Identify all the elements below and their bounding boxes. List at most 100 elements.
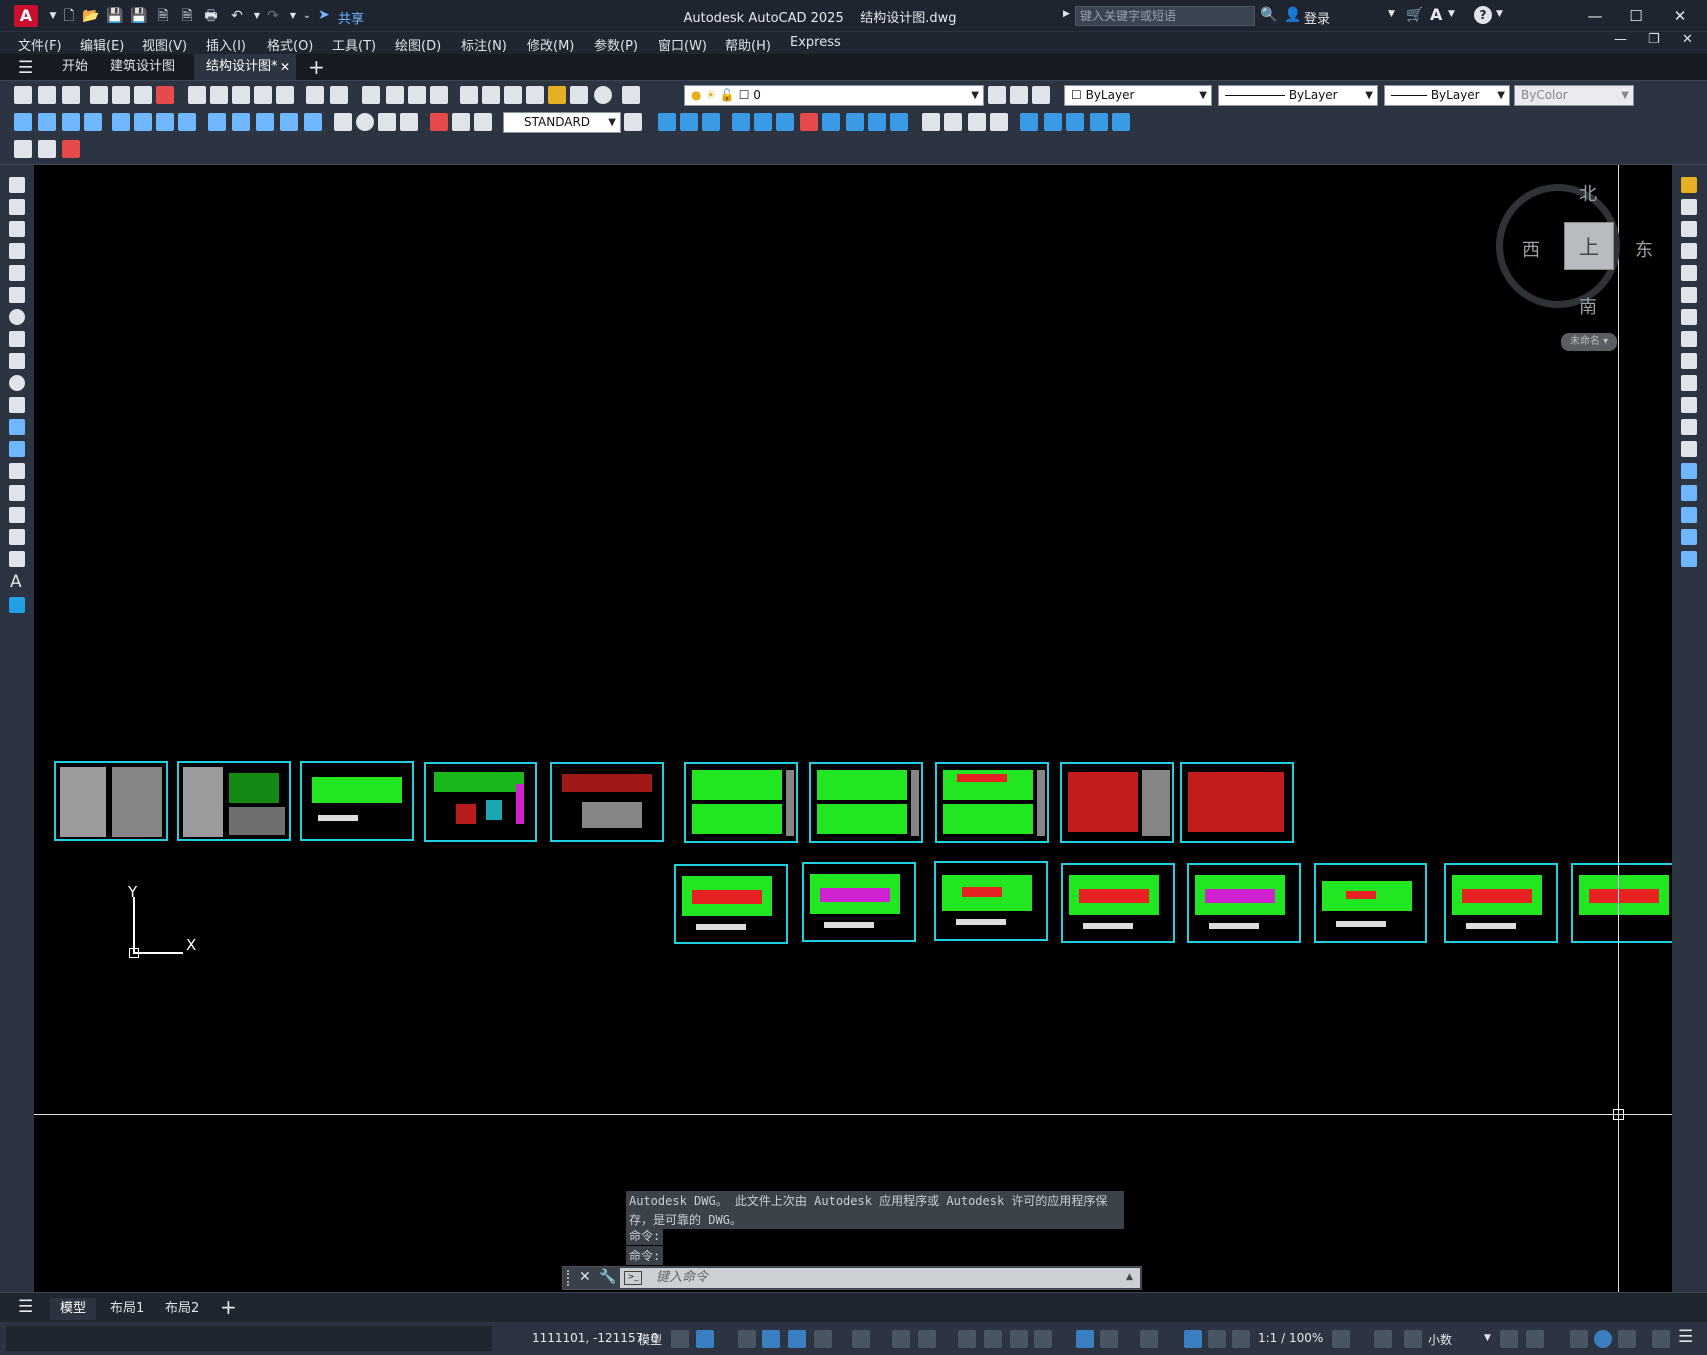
isolate-objects-icon[interactable] xyxy=(1570,1330,1588,1348)
drawing-sheet[interactable] xyxy=(684,762,798,843)
annotation-scale-value[interactable]: 1:1 / 100% xyxy=(1258,1331,1323,1345)
search-input[interactable]: 键入关键字或短语 xyxy=(1075,6,1255,26)
dynamic-ucs-icon[interactable] xyxy=(1076,1330,1094,1348)
taper-faces-icon[interactable] xyxy=(846,113,864,131)
color-combo[interactable]: ☐ ByLayer ▼ xyxy=(1064,85,1212,106)
publish-icon[interactable] xyxy=(134,86,152,104)
center-mark-icon[interactable] xyxy=(356,113,374,131)
array-icon[interactable] xyxy=(1681,265,1697,281)
dimension-edit-icon[interactable] xyxy=(430,113,448,131)
open-file-icon[interactable]: 📂 xyxy=(82,7,100,25)
chamfer-icon[interactable] xyxy=(1681,485,1697,501)
ellipse-icon[interactable] xyxy=(9,375,25,391)
menu-view[interactable]: 视图(V) xyxy=(142,35,187,54)
auto-scale-icon[interactable] xyxy=(1208,1330,1226,1348)
menu-insert[interactable]: 插入(I) xyxy=(206,35,246,54)
textstyle-combo[interactable]: STANDARD ▼ xyxy=(503,112,621,133)
viewcube-top-face[interactable]: 上 xyxy=(1564,222,1614,270)
rotate-icon[interactable] xyxy=(1681,309,1697,325)
doc-minimize-icon[interactable]: — xyxy=(1614,32,1627,47)
sheet-set-icon[interactable] xyxy=(526,86,544,104)
clean-icon[interactable] xyxy=(944,113,962,131)
inspection-icon[interactable] xyxy=(378,113,396,131)
drawing-sheet[interactable] xyxy=(1180,762,1294,843)
revision-cloud-icon[interactable] xyxy=(9,331,25,347)
share-icon[interactable]: ➤ xyxy=(318,7,334,23)
explode-icon[interactable] xyxy=(1681,551,1697,567)
drawing-sheet[interactable] xyxy=(550,762,664,842)
solid-intersect-icon[interactable] xyxy=(702,113,720,131)
transparency-icon[interactable] xyxy=(984,1330,1002,1348)
polyline-icon[interactable] xyxy=(9,221,25,237)
drawing-sheet[interactable] xyxy=(935,762,1049,843)
gizmo-icon[interactable] xyxy=(1140,1330,1158,1348)
undo-icon[interactable]: ↶ xyxy=(228,7,246,25)
lineweight-combo[interactable]: ByLayer ▼ xyxy=(1384,85,1510,106)
match-properties-icon[interactable] xyxy=(254,86,272,104)
drawing-sheet[interactable] xyxy=(934,861,1048,941)
minimize-icon[interactable]: — xyxy=(1575,4,1615,28)
solid-union-icon[interactable] xyxy=(658,113,676,131)
delete-faces-icon[interactable] xyxy=(800,113,818,131)
dynamic-input-icon[interactable] xyxy=(762,1330,780,1348)
check-icon[interactable] xyxy=(1020,113,1038,131)
erase-icon[interactable] xyxy=(1681,177,1697,193)
linetype-combo[interactable]: ByLayer ▼ xyxy=(1218,85,1378,106)
dimension-space-icon[interactable] xyxy=(280,113,298,131)
plot-icon[interactable]: 🖶 xyxy=(202,7,220,25)
viewcube-west[interactable]: 西 xyxy=(1522,236,1540,262)
drawing-sheet[interactable] xyxy=(1444,863,1558,943)
layer-properties-icon[interactable] xyxy=(622,86,640,104)
multileader-style-icon[interactable] xyxy=(62,140,80,158)
login-dropdown-icon[interactable]: ▼ xyxy=(1388,9,1395,19)
quickcalc-icon[interactable] xyxy=(570,86,588,104)
tab-start[interactable]: 开始 xyxy=(50,54,100,80)
copy-faces-icon[interactable] xyxy=(868,113,886,131)
hatch-icon[interactable] xyxy=(9,485,25,501)
viewcube-south[interactable]: 南 xyxy=(1579,293,1597,319)
table-icon[interactable] xyxy=(9,551,25,567)
arc-length-dimension-icon[interactable] xyxy=(62,113,80,131)
offset-icon[interactable] xyxy=(1681,243,1697,259)
autodesk-account-icon[interactable]: A xyxy=(1430,5,1442,24)
dimension-style-icon[interactable] xyxy=(624,113,642,131)
command-input[interactable]: 键入命令 xyxy=(620,1268,1140,1288)
menu-modify[interactable]: 修改(M) xyxy=(527,35,574,54)
viewcube-east[interactable]: 东 xyxy=(1635,236,1653,262)
workspace-gear-icon[interactable] xyxy=(1332,1330,1350,1348)
menu-express[interactable]: Express xyxy=(790,35,841,50)
rectangle-icon[interactable] xyxy=(9,265,25,281)
layer-combo[interactable]: ● ☀ 🔓 ☐ 0 ▼ xyxy=(684,85,984,106)
object-snap-tracking-icon[interactable] xyxy=(892,1330,910,1348)
annotation-scale-icon[interactable] xyxy=(1232,1330,1250,1348)
3d-print-icon[interactable] xyxy=(156,86,174,104)
fillet-edges-icon[interactable] xyxy=(1112,113,1130,131)
color-edges-icon[interactable] xyxy=(1090,113,1108,131)
fillet-icon[interactable] xyxy=(1681,507,1697,523)
menu-help[interactable]: 帮助(H) xyxy=(725,35,771,54)
tab-architecture-drawing[interactable]: 建筑设计图 xyxy=(98,54,187,80)
block-editor-icon[interactable] xyxy=(276,86,294,104)
redo-toolbar-icon[interactable] xyxy=(330,86,348,104)
drawing-canvas[interactable]: Y X Autodesk DWG。 此文件上次由 Autodesk 应用程序或 … xyxy=(34,165,1672,1292)
cart-icon[interactable]: 🛒 xyxy=(1406,7,1423,23)
baseline-dimension-icon[interactable] xyxy=(232,113,250,131)
drawing-sheet[interactable] xyxy=(809,762,923,843)
region-icon[interactable] xyxy=(9,529,25,545)
insert-block-icon[interactable] xyxy=(9,419,25,435)
diameter-dimension-icon[interactable] xyxy=(156,113,174,131)
doc-close-icon[interactable]: ✕ xyxy=(1682,32,1693,47)
ellipse-arc-icon[interactable] xyxy=(9,397,25,413)
make-current-layer-icon[interactable] xyxy=(988,86,1006,104)
new-tab-icon[interactable]: + xyxy=(308,55,325,79)
arc-icon[interactable] xyxy=(9,287,25,303)
layer-states-icon[interactable] xyxy=(1032,86,1050,104)
pan-icon[interactable] xyxy=(362,86,380,104)
drawing-sheet[interactable] xyxy=(1187,863,1301,943)
radius-dimension-icon[interactable] xyxy=(112,113,130,131)
3d-osnap-icon[interactable] xyxy=(1034,1330,1052,1348)
make-block-icon[interactable] xyxy=(9,441,25,457)
user-icon[interactable]: 👤 xyxy=(1284,7,1301,23)
lineweight-icon[interactable] xyxy=(958,1330,976,1348)
redo-icon[interactable]: ↷ xyxy=(264,7,282,25)
